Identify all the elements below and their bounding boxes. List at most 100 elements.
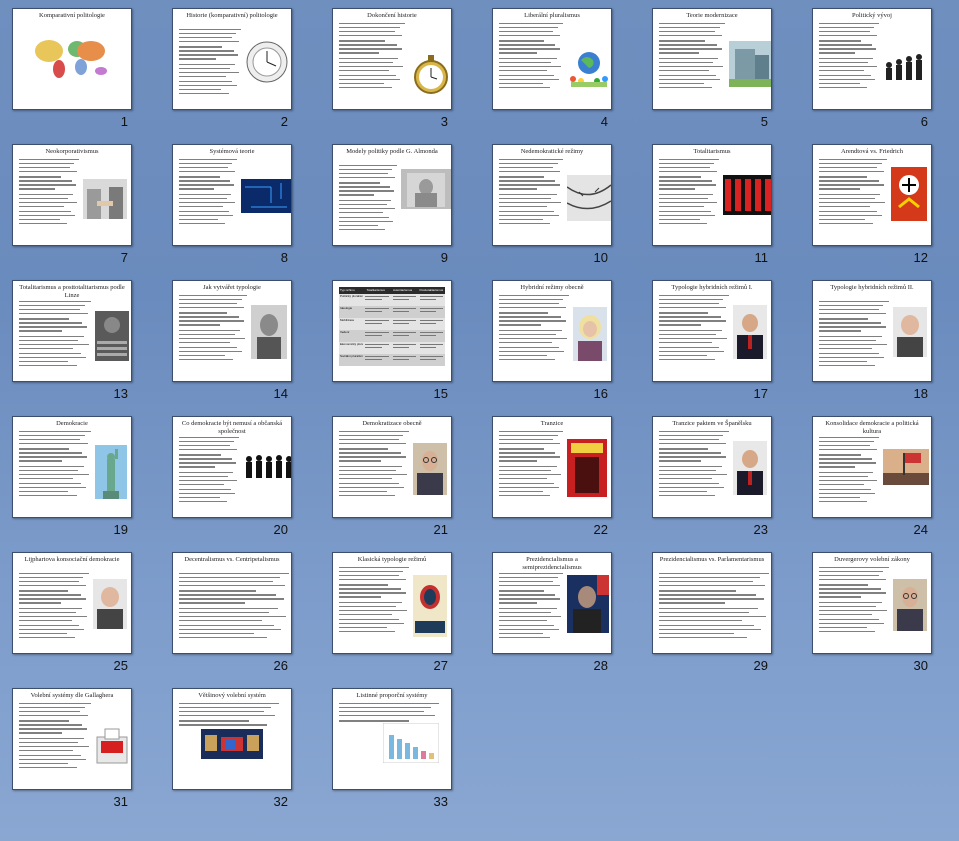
slide-preview[interactable]: Prezidencialismus a semiprezidencialismu…: [492, 552, 612, 654]
slide-body-text: [819, 301, 889, 370]
slide-thumbnail-20[interactable]: Co demokracie být nemusí a občanská spol…: [172, 416, 302, 537]
slide-number: 3: [440, 114, 448, 129]
slide-thumbnail-10[interactable]: Nedemokratické režimy 10: [492, 144, 622, 265]
slide-preview[interactable]: Systémová teorie: [172, 144, 292, 246]
slide-thumbnail-8[interactable]: Systémová teorie 8: [172, 144, 302, 265]
slide-title: Totalitarismus: [693, 148, 731, 155]
slide-title: Demokratizace obecně: [362, 420, 422, 427]
slide-body-text: [499, 431, 563, 500]
slide-preview[interactable]: Lijphartova konsociační demokracie: [12, 552, 132, 654]
slide-preview[interactable]: Modely politiky podle G. Almonda: [332, 144, 452, 246]
slide-preview[interactable]: Většinový volební systém: [172, 688, 292, 790]
slide-number: 17: [753, 386, 768, 401]
slide-thumbnail-31[interactable]: Volební systémy dle Gallaghera 31: [12, 688, 142, 809]
slide-preview[interactable]: Typologie hybridních režimů I.: [652, 280, 772, 382]
slide-preview[interactable]: Demokracie: [12, 416, 132, 518]
slide-body-text: [819, 567, 889, 636]
slide-preview[interactable]: Tranzice: [492, 416, 612, 518]
building-image: [729, 41, 771, 87]
slide-thumbnail-2[interactable]: Historie (komparativní) politologie 2: [172, 8, 302, 129]
slide-preview[interactable]: Komparativní politologie: [12, 8, 132, 110]
slide-title: Hybridní režimy obecně: [520, 284, 584, 291]
slide-thumbnail-6[interactable]: Politický vývoj 6: [812, 8, 942, 129]
slide-preview[interactable]: Co demokracie být nemusí a občanská spol…: [172, 416, 292, 518]
slide-thumbnail-32[interactable]: Většinový volební systém 32: [172, 688, 302, 809]
slide-preview[interactable]: Listinné proporční systémy: [332, 688, 452, 790]
slide-preview[interactable]: Typ režimu Totalitarismus Autoritarismus Po…: [332, 280, 452, 382]
slide-preview[interactable]: Tranzice paktem ve Španělsku: [652, 416, 772, 518]
slide-number: 12: [913, 250, 928, 265]
slide-preview[interactable]: Teorie modernizace: [652, 8, 772, 110]
table-header-cell: Typ režimu: [340, 288, 355, 292]
slide-preview[interactable]: Dokončení historie: [332, 8, 452, 110]
slide-thumbnail-12[interactable]: Arendtová vs. Friedrich 12: [812, 144, 942, 265]
slide-preview[interactable]: Politický vývoj: [812, 8, 932, 110]
slide-number: 21: [433, 522, 448, 537]
slide-body-text: [19, 573, 89, 642]
vox-populi-image: [567, 439, 607, 497]
slide-thumbnail-11[interactable]: Totalitarismus 11: [652, 144, 782, 265]
slide-thumbnail-28[interactable]: Prezidencialismus a semiprezidencialismu…: [492, 552, 622, 673]
slide-thumbnail-4[interactable]: Liberální pluralismus 4: [492, 8, 622, 129]
slide-thumbnail-9[interactable]: Modely politiky podle G. Almonda 9: [332, 144, 462, 265]
handshake-image: [83, 179, 127, 219]
slide-preview[interactable]: Klasická typologie režimů: [332, 552, 452, 654]
slide-thumbnail-13[interactable]: Totalitarismus a posttotalitarismus podl…: [12, 280, 142, 401]
world-map-image: [31, 31, 111, 81]
slide-thumbnail-23[interactable]: Tranzice paktem ve Španělsku 23: [652, 416, 782, 537]
slide-thumbnail-29[interactable]: Prezidencialismus vs. Parlamentarismus 29: [652, 552, 782, 673]
slide-preview[interactable]: Arendtová vs. Friedrich: [812, 144, 932, 246]
slide-thumbnail-24[interactable]: Konsolidace demokracie a politická kultu…: [812, 416, 942, 537]
soviet-congress-image: [95, 311, 129, 361]
slide-preview[interactable]: Volební systémy dle Gallaghera: [12, 688, 132, 790]
slide-thumbnail-19[interactable]: Demokracie 19: [12, 416, 142, 537]
slide-thumbnail-16[interactable]: Hybridní režimy obecně 16: [492, 280, 622, 401]
slide-body-text: [19, 301, 91, 370]
table-row-label: Mobilizace: [340, 318, 355, 322]
slide-title: Systémová teorie: [209, 148, 255, 155]
statue-liberty-image: [95, 445, 127, 499]
slide-preview[interactable]: Prezidencialismus vs. Parlamentarismus: [652, 552, 772, 654]
slide-preview[interactable]: Historie (komparativní) politologie: [172, 8, 292, 110]
slide-number: 24: [913, 522, 928, 537]
slide-preview[interactable]: Hybridní režimy obecně: [492, 280, 612, 382]
slide-title: Neokorporativismus: [45, 148, 99, 155]
slide-title: Lijphartova konsociační demokracie: [24, 556, 120, 563]
slide-title: Co demokracie být nemusí a občanská spol…: [181, 420, 283, 435]
totalitarian-poster-image: [723, 175, 771, 215]
slide-thumbnail-14[interactable]: Jak vytvářet typologie 14: [172, 280, 302, 401]
slide-preview[interactable]: Neokorporativismus: [12, 144, 132, 246]
slide-thumbnail-17[interactable]: Typologie hybridních režimů I. 17: [652, 280, 782, 401]
slide-title: Konsolidace demokracie a politická kultu…: [825, 420, 919, 435]
slide-preview[interactable]: Konsolidace demokracie a politická kultu…: [812, 416, 932, 518]
flag-crowd-image: [883, 449, 929, 485]
slide-preview[interactable]: Totalitarismus: [652, 144, 772, 246]
slide-thumbnail-18[interactable]: Typologie hybridních režimů II. 18: [812, 280, 942, 401]
vote-box-image: [95, 725, 129, 765]
slide-thumbnail-25[interactable]: Lijphartova konsociační demokracie 25: [12, 552, 142, 673]
slide-thumbnail-15[interactable]: Typ režimu Totalitarismus Autoritarismus Po…: [332, 280, 462, 401]
slide-thumbnail-5[interactable]: Teorie modernizace 5: [652, 8, 782, 129]
slide-preview[interactable]: Typologie hybridních režimů II.: [812, 280, 932, 382]
slide-number: 22: [593, 522, 608, 537]
slide-thumbnail-1[interactable]: Komparativní politologie 1: [12, 8, 142, 129]
slide-preview[interactable]: Nedemokratické režimy: [492, 144, 612, 246]
slide-thumbnail-21[interactable]: Demokratizace obecně 21: [332, 416, 462, 537]
slide-title: Tranzice: [540, 420, 564, 427]
slide-thumbnail-30[interactable]: Duvergerovy volební zákony 30: [812, 552, 942, 673]
slide-preview[interactable]: Decentralismus vs. Centripetalismus: [172, 552, 292, 654]
slide-thumbnail-26[interactable]: Decentralismus vs. Centripetalismus 26: [172, 552, 302, 673]
slide-body-text: [499, 159, 563, 228]
power-poster-image: [413, 575, 447, 637]
slide-preview[interactable]: Demokratizace obecně: [332, 416, 452, 518]
slide-thumbnail-7[interactable]: Neokorporativismus 7: [12, 144, 142, 265]
slide-number: 5: [760, 114, 768, 129]
slide-thumbnail-22[interactable]: Tranzice 22: [492, 416, 622, 537]
slide-preview[interactable]: Totalitarismus a posttotalitarismus podl…: [12, 280, 132, 382]
slide-thumbnail-3[interactable]: Dokončení historie 3: [332, 8, 462, 129]
slide-thumbnail-33[interactable]: Listinné proporční systémy 33: [332, 688, 462, 809]
slide-thumbnail-27[interactable]: Klasická typologie režimů 27: [332, 552, 462, 673]
slide-preview[interactable]: Jak vytvářet typologie: [172, 280, 292, 382]
slide-preview[interactable]: Duvergerovy volební zákony: [812, 552, 932, 654]
slide-preview[interactable]: Liberální pluralismus: [492, 8, 612, 110]
